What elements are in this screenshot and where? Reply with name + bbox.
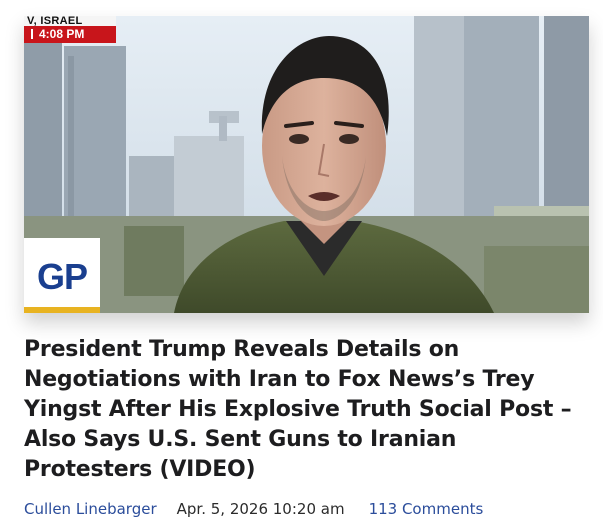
publish-date: Apr. 5, 2026 10:20 am xyxy=(176,500,345,518)
author-link[interactable]: Cullen Linebarger xyxy=(24,497,157,521)
news-chyron: V, ISRAEL 4:08 PM xyxy=(24,16,116,46)
chyron-time-bar: 4:08 PM xyxy=(24,26,116,43)
article-headline-link[interactable]: President Trump Reveals Details on Negot… xyxy=(24,337,572,482)
article-headline: President Trump Reveals Details on Negot… xyxy=(24,335,584,485)
article-thumbnail[interactable]: V, ISRAEL 4:08 PM xyxy=(24,16,589,313)
news-video-still xyxy=(24,16,589,313)
gp-logo-accent-bar xyxy=(24,307,100,313)
chyron-divider xyxy=(31,29,33,39)
article-card: V, ISRAEL 4:08 PM GP President Trump Rev… xyxy=(0,0,603,530)
article-meta: Cullen Linebarger Apr. 5, 2026 10:20 am … xyxy=(24,497,483,521)
gp-logo-text: GP xyxy=(36,256,88,297)
comments-link[interactable]: 113 Comments xyxy=(369,497,484,521)
chyron-time: 4:08 PM xyxy=(39,27,85,41)
chyron-location: V, ISRAEL xyxy=(24,16,116,26)
gp-logo: GP xyxy=(24,238,100,313)
